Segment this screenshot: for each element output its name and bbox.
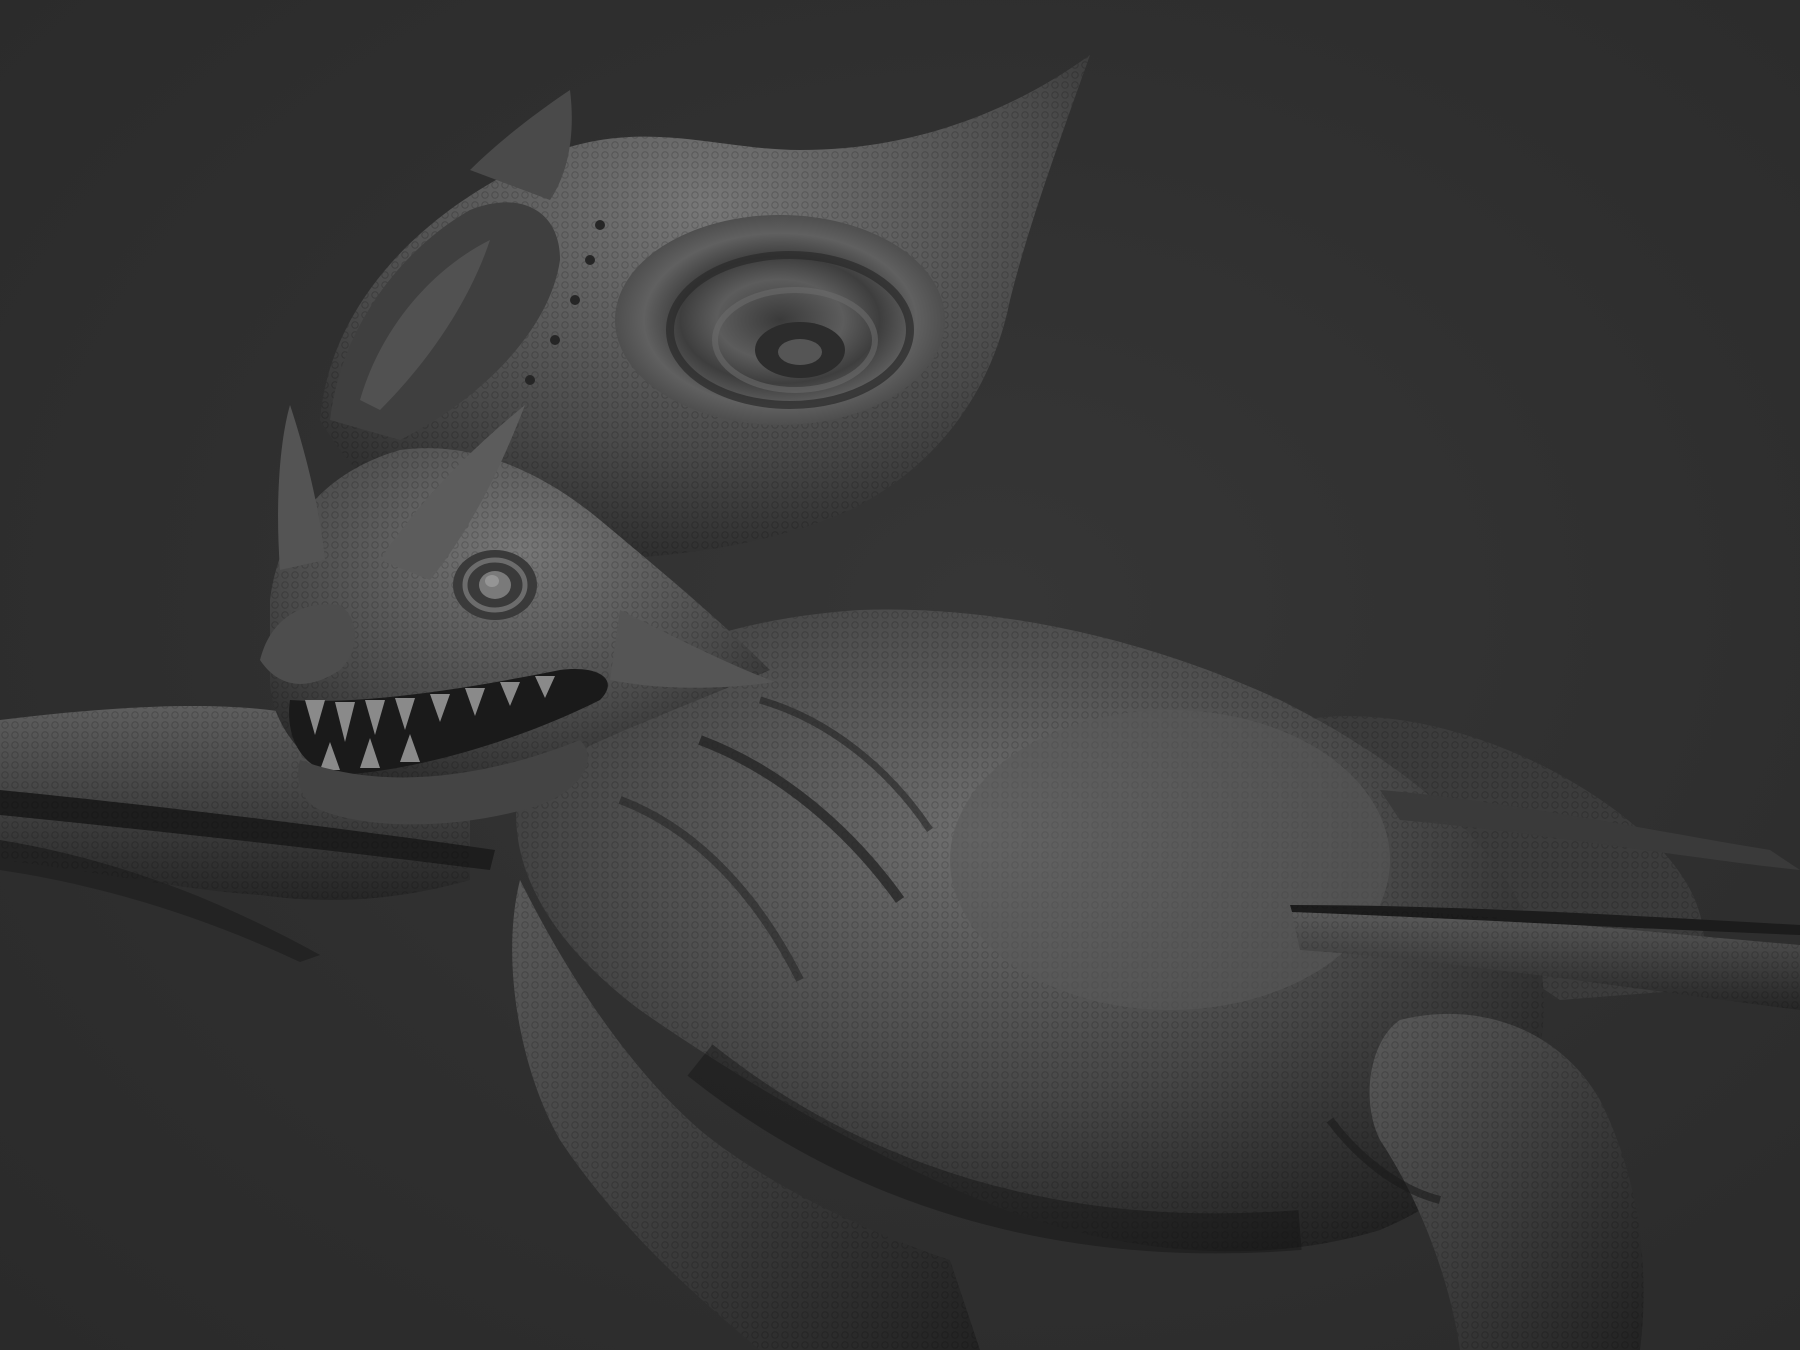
viewport [0, 0, 1800, 1350]
horn-left [278, 405, 325, 570]
spiral-ear [615, 215, 945, 425]
eye [453, 550, 537, 620]
creature-sculpt-render [0, 55, 1800, 1350]
